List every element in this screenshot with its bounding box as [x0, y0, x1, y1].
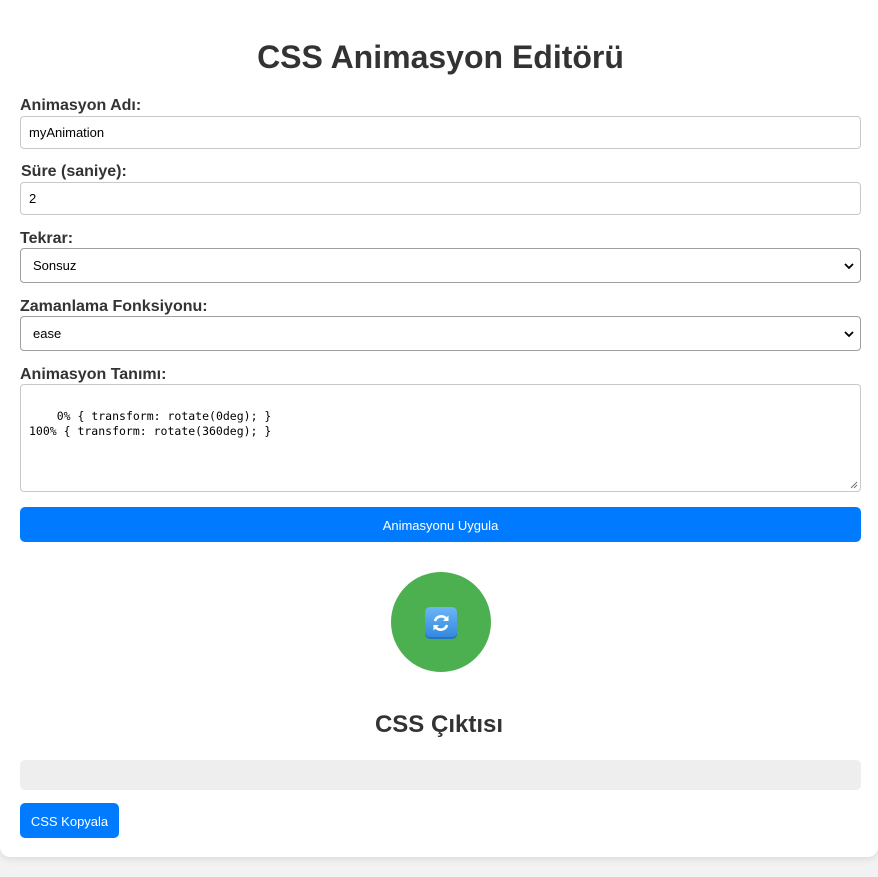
- definition-textarea[interactable]: 0% { transform: rotate(0deg); } 100% { t…: [20, 384, 861, 492]
- chevron-down-icon: [844, 331, 854, 338]
- definition-text: 0% { transform: rotate(0deg); } 100% { t…: [29, 409, 272, 438]
- page-title: CSS Animasyon Editörü: [257, 39, 624, 75]
- refresh-icon: [425, 607, 457, 639]
- css-output-heading: CSS Çıktısı: [374, 711, 504, 738]
- duration-label: Süre (saniye):: [21, 163, 127, 180]
- duration-input[interactable]: [20, 182, 861, 215]
- repeat-label: Tekrar:: [20, 230, 74, 247]
- resize-handle-icon[interactable]: [850, 481, 858, 489]
- css-output-box: [20, 760, 861, 790]
- copy-css-button[interactable]: CSS Kopyala: [20, 803, 119, 838]
- apply-animation-button[interactable]: Animasyonu Uygula: [20, 507, 861, 542]
- animation-preview: [391, 572, 491, 672]
- timing-label: Zamanlama Fonksiyonu:: [20, 298, 208, 315]
- repeat-select[interactable]: Sonsuz: [20, 248, 861, 283]
- timing-select-value: ease: [33, 326, 62, 341]
- repeat-select-value: Sonsuz: [33, 258, 77, 273]
- chevron-down-icon: [844, 263, 854, 270]
- animation-name-input[interactable]: [20, 116, 861, 149]
- name-label: Animasyon Adı:: [20, 97, 142, 114]
- timing-select[interactable]: ease: [20, 316, 861, 351]
- definition-label: Animasyon Tanımı:: [20, 366, 167, 383]
